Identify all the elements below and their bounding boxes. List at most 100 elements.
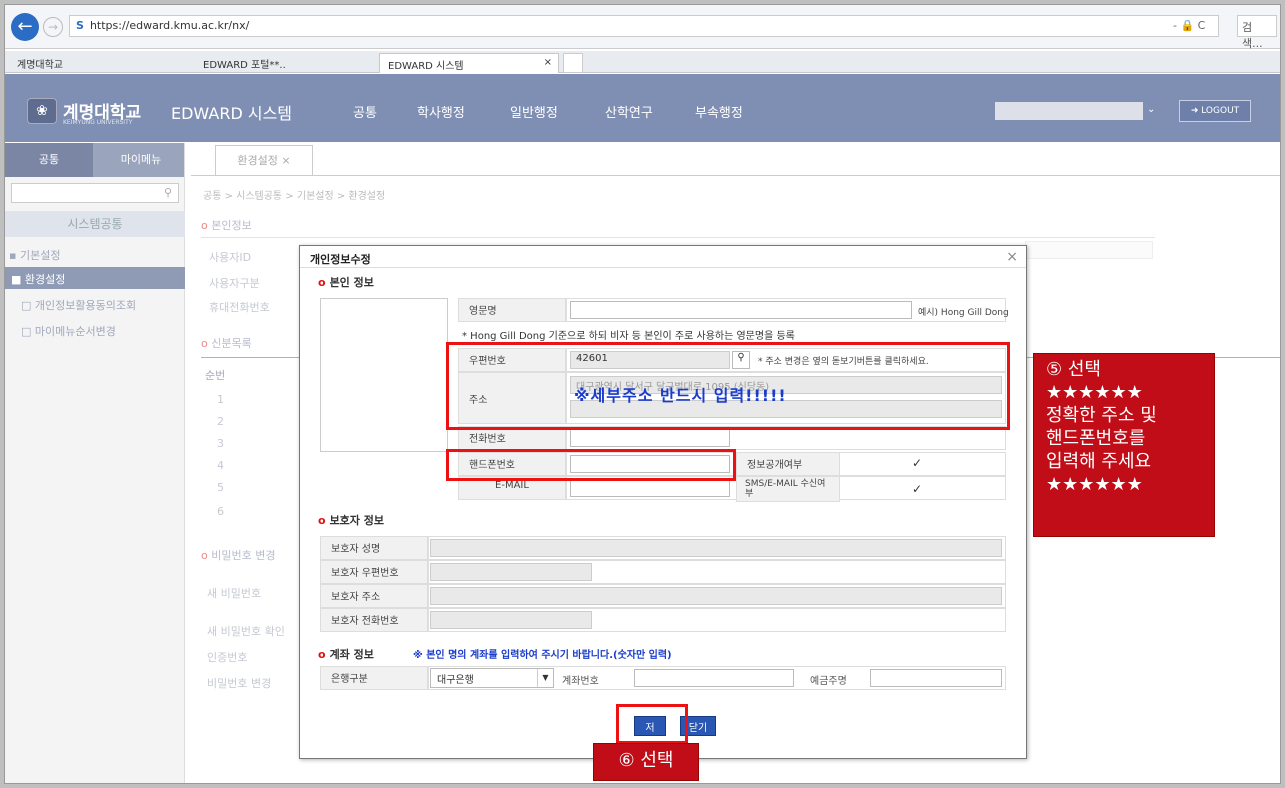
tab-label: EDWARD 시스템	[388, 61, 464, 72]
url-field[interactable]: Shttps://edward.kmu.ac.kr/nx/	[69, 15, 1219, 37]
bg-divider	[201, 237, 1155, 238]
bg-row-num: 3	[217, 437, 224, 450]
user-select[interactable]	[995, 102, 1143, 120]
bg-label: 사용자구분	[209, 277, 260, 290]
instruction-callout: ⑤ 선택 ★★★★★★ 정확한 주소 및 핸드폰번호를 입력해 주세요 ★★★★…	[1033, 353, 1215, 537]
save-button[interactable]: 저장	[634, 716, 666, 749]
mobile-input[interactable]	[570, 455, 730, 473]
logo-subtext: KEIMYUNG UNIVERSITY	[63, 119, 133, 126]
menu-academic[interactable]: 학사행정	[417, 102, 465, 121]
bg-section-label: 신분목록	[211, 337, 252, 350]
menu-general[interactable]: 일반행정	[510, 102, 558, 121]
sidebar-item-label: 기본설정	[19, 249, 61, 262]
chevron-down-icon: ▼	[537, 669, 553, 687]
browser-search-input[interactable]: 검색...	[1237, 15, 1277, 50]
account-no-input[interactable]	[634, 669, 794, 687]
bank-select-value: 대구은행	[437, 675, 474, 686]
sidebar-item-consent[interactable]: □ 개인정보활용동의조회	[21, 297, 136, 313]
guardian-zip-label: 보호자 우편번호	[320, 560, 428, 584]
bg-section-label: 비밀번호 변경	[211, 549, 276, 562]
sms-email-checkbox[interactable]: ✓	[912, 482, 922, 496]
chevron-down-icon[interactable]: ⌄	[1147, 104, 1155, 115]
sidebar-item-label: 마이메뉴순서변경	[34, 325, 116, 338]
callout-line: 핸드폰번호를	[1046, 428, 1146, 449]
sidebar-item-menu-order[interactable]: □ 마이메뉴순서변경	[21, 323, 116, 339]
phone-input[interactable]	[570, 429, 730, 447]
security-refresh-icons[interactable]: - 🔒 C	[1173, 19, 1205, 32]
sidebar-search-input[interactable]: ⚲	[11, 183, 179, 203]
info-public-checkbox[interactable]: ✓	[912, 456, 922, 470]
bg-field	[1025, 241, 1153, 259]
university-emblem-icon: ❀	[27, 98, 57, 124]
eng-name-hint: 예시) Hong Gill Dong	[918, 308, 1009, 318]
browser-tab-kmu[interactable]: 계명대학교	[9, 53, 189, 73]
bg-row-num: 1	[217, 393, 224, 406]
callout-line: 입력해 주세요	[1046, 451, 1152, 472]
bg-col-header: 순번	[205, 369, 226, 382]
callout-stars: ★★★★★★	[1046, 382, 1143, 403]
callout-step5: ⑤ 선택	[1046, 359, 1101, 380]
callout-line: 정확한 주소 및	[1046, 405, 1157, 426]
sidebar-tab-mymenu[interactable]: 마이메뉴	[97, 143, 185, 177]
tab-environment[interactable]: 환경설정 ×	[215, 145, 313, 175]
bg-pw-label: 비밀번호 변경	[207, 677, 272, 690]
sidebar: 공통 마이메뉴 ⚲ 시스템공통 ▪ 기본설정 ■ 환경설정 □ 개인정보활용동의…	[5, 143, 185, 783]
tab-divider	[191, 175, 1280, 176]
search-icon[interactable]: ⚲	[732, 351, 750, 369]
guardian-name-input[interactable]	[430, 539, 1002, 557]
email-input[interactable]	[570, 479, 730, 497]
tab-label: 환경설정	[237, 154, 278, 167]
address-label: 주소	[458, 372, 566, 424]
section-personal: o 본인 정보	[318, 276, 374, 289]
bg-section-password: o 비밀번호 변경	[201, 549, 276, 562]
browser-tab-edward[interactable]: EDWARD 시스템 ×	[379, 53, 559, 73]
menu-research[interactable]: 산학연구	[605, 102, 653, 121]
menu-affiliated[interactable]: 부속행정	[695, 102, 743, 121]
bg-section-label: 본인정보	[211, 219, 252, 232]
sidebar-item-environment[interactable]: ■ 환경설정	[5, 267, 185, 289]
sidebar-item-basic-settings[interactable]: ▪ 기본설정	[9, 247, 60, 263]
bg-row-num: 5	[217, 481, 224, 494]
bank-select[interactable]: 대구은행 ▼	[430, 668, 554, 688]
section-title: 보호자 정보	[329, 514, 384, 527]
section-account: o 계좌 정보	[318, 648, 374, 661]
account-warning: ※ 본인 명의 계좌를 입력하여 주시기 바랍니다.(숫자만 입력)	[413, 650, 672, 661]
guardian-phone-input[interactable]	[430, 611, 592, 629]
sidebar-header: 시스템공통	[5, 211, 185, 237]
search-icon[interactable]: ⚲	[164, 186, 172, 199]
cancel-button[interactable]: 닫기	[680, 716, 716, 736]
browser-tab-portal[interactable]: EDWARD 포털**..	[195, 53, 375, 73]
zip-input[interactable]: 42601	[570, 351, 730, 369]
sidebar-item-label: 환경설정	[24, 273, 66, 286]
new-tab-icon[interactable]	[563, 53, 583, 73]
logout-label: LOGOUT	[1201, 106, 1240, 116]
back-arrow-icon[interactable]: ←	[11, 13, 39, 41]
guardian-zip-input[interactable]	[430, 563, 592, 581]
menu-common[interactable]: 공통	[353, 102, 377, 121]
top-navigation: ❀ 계명대학교 KEIMYUNG UNIVERSITY EDWARD 시스템 공…	[5, 74, 1280, 142]
bg-label: 사용자ID	[209, 251, 252, 264]
bg-row-num: 2	[217, 415, 224, 428]
eng-name-input[interactable]	[570, 301, 912, 319]
personal-info-dialog: 개인정보수정 × o 본인 정보 영문명 예시) Hong Gill Dong *…	[299, 245, 1027, 759]
guardian-phone-label: 보호자 전화번호	[320, 608, 428, 632]
bg-row-num: 4	[217, 459, 224, 472]
holder-label: 예금주명	[810, 676, 847, 687]
sidebar-item-label: 개인정보활용동의조회	[34, 299, 137, 312]
holder-input[interactable]	[870, 669, 1002, 687]
eng-name-label: 영문명	[458, 298, 566, 322]
tab-label: EDWARD 포털**..	[203, 60, 286, 71]
tab-close-icon[interactable]: ×	[544, 57, 552, 68]
eng-name-note: * Hong Gill Dong 기준으로 하되 비자 등 본인이 주로 사용하…	[462, 331, 795, 342]
browser-tab-strip: 계명대학교 EDWARD 포털**.. EDWARD 시스템 ×	[5, 51, 1280, 73]
bg-pw-label: 새 비밀번호 확인	[207, 625, 285, 638]
dialog-header: 개인정보수정 ×	[300, 246, 1026, 268]
info-public-label: 정보공개여부	[736, 452, 840, 476]
close-icon[interactable]: ×	[1006, 249, 1018, 265]
email-label: E-MAIL	[458, 476, 566, 500]
guardian-address-input[interactable]	[430, 587, 1002, 605]
sidebar-tab-common[interactable]: 공통	[5, 143, 93, 177]
logout-button[interactable]: ➜ LOGOUT	[1179, 100, 1251, 122]
forward-arrow-icon[interactable]: →	[43, 17, 63, 37]
url-text: https://edward.kmu.ac.kr/nx/	[89, 19, 250, 32]
